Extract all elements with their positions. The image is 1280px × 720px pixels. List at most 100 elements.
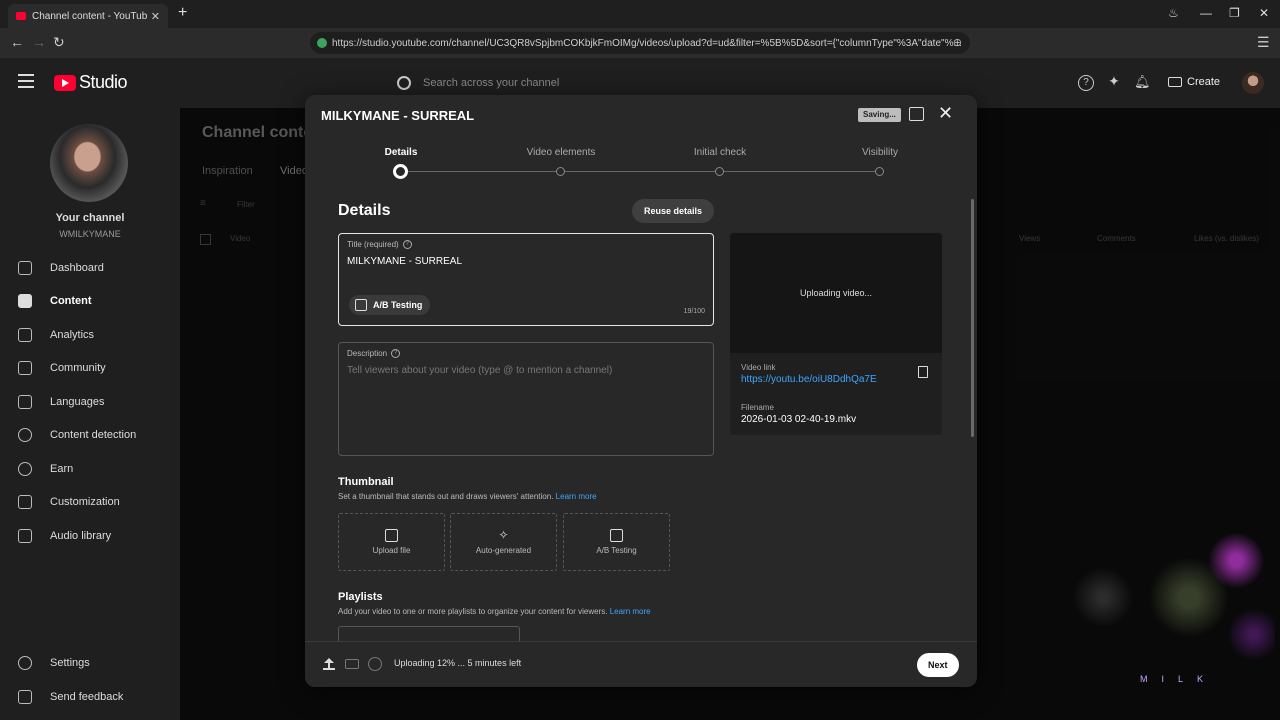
sidebar-item-content[interactable]: Content [0,286,180,316]
browser-tab-bar: Channel content - YouTube St ✕ + ♨ — ❐ ✕ [0,0,1280,28]
restore-icon[interactable]: ❐ [1229,6,1240,20]
step-visibility-dot[interactable] [875,167,884,176]
video-preview-panel: Uploading video... Video link https://yo… [730,233,942,435]
upload-icon[interactable] [323,658,335,670]
description-placeholder[interactable]: Tell viewers about your video (type @ to… [347,365,612,376]
title-label-text: Title (required) [347,240,399,249]
thumbnail-subtitle: Set a thumbnail that stands out and draw… [338,492,597,501]
content-icon [18,294,32,308]
thumbnail-learn-more-link[interactable]: Learn more [556,492,597,501]
create-button[interactable]: Create [1168,76,1220,88]
channel-avatar[interactable] [50,124,128,202]
sidebar-item-audio-library[interactable]: Audio library [0,521,180,551]
step-video-elements[interactable]: Video elements [506,147,616,158]
thumbnail-subtitle-text: Set a thumbnail that stands out and draw… [338,492,554,501]
step-details[interactable]: Details [346,147,456,158]
browser-menu-icon[interactable]: ☰ [1257,34,1270,51]
new-tab-icon[interactable]: + [178,4,187,22]
create-label: Create [1187,76,1221,88]
video-link[interactable]: https://youtu.be/oiU8DdhQa7E [741,374,877,385]
description-label-text: Description [347,349,388,358]
reload-icon[interactable]: ↻ [53,34,65,51]
search-input[interactable]: Search across your channel [385,68,895,98]
create-icon [1168,77,1182,87]
image-upload-icon [385,529,398,542]
account-avatar[interactable] [1242,72,1264,94]
description-label: Description ? [347,349,401,358]
help-icon[interactable]: ? [402,240,412,249]
stepper-line [401,171,881,172]
sidebar-item-feedback[interactable]: Send feedback [0,682,180,712]
title-field[interactable]: Title (required) ? MILKYMANE - SURREAL A… [338,233,714,326]
sidebar-item-settings[interactable]: Settings [0,648,180,678]
dashboard-icon [18,261,32,275]
sidebar-item-dashboard[interactable]: Dashboard [0,253,180,283]
url-text: https://studio.youtube.com/channel/UC3QR… [332,37,962,49]
sidebar-item-customization[interactable]: Customization [0,487,180,517]
playlists-subtitle-text: Add your video to one or more playlists … [338,607,608,616]
dialog-footer: Uploading 12% ... 5 minutes left Next [305,641,977,687]
notifications-icon[interactable]: 🔔︎ [1134,75,1151,91]
check-circle-icon [368,657,382,671]
auto-generated-thumbnail-button[interactable]: ✧ Auto-generated [450,513,557,571]
back-icon[interactable]: ← [10,34,24,50]
youtube-favicon-icon [16,12,26,20]
analytics-icon [18,328,32,342]
step-initial-check[interactable]: Initial check [665,147,775,158]
report-feedback-icon[interactable] [909,107,924,121]
close-dialog-icon[interactable]: ✕ [938,103,953,124]
sidebar-item-label: Analytics [50,329,95,341]
reuse-details-button[interactable]: Reuse details [632,199,715,223]
help-icon[interactable]: ? [391,349,401,358]
step-details-dot[interactable] [393,164,408,179]
ab-testing-icon [355,299,367,311]
sidebar-item-analytics[interactable]: Analytics [0,320,180,350]
browser-tab[interactable]: Channel content - YouTube St ✕ [8,4,168,28]
ab-testing-label: A/B Testing [373,300,423,310]
title-value[interactable]: MILKYMANE - SURREAL [347,256,462,267]
sparkle-icon[interactable]: ✦ [1106,74,1122,91]
hd-icon [345,659,359,669]
fire-icon[interactable]: ♨ [1168,6,1179,20]
sidebar-item-label: Earn [50,463,74,475]
ab-testing-button[interactable]: A/B Testing [349,295,431,315]
title-label: Title (required) ? [347,240,412,249]
sidebar-item-content-detection[interactable]: Content detection [0,420,180,450]
playlists-subtitle: Add your video to one or more playlists … [338,607,651,616]
menu-icon[interactable] [18,74,34,88]
studio-logo[interactable]: Studio [54,72,128,93]
sidebar-item-community[interactable]: Community [0,353,180,383]
dialog-scrollbar[interactable] [971,199,974,437]
description-field[interactable]: Description ? Tell viewers about your vi… [338,342,714,456]
window-close-icon[interactable]: ✕ [1259,6,1269,20]
sidebar: Your channel WMILKYMANE Dashboard Conten… [0,108,180,720]
sidebar-item-languages[interactable]: Languages [0,387,180,417]
sidebar-item-earn[interactable]: Earn [0,454,180,484]
help-icon[interactable]: ? [1078,75,1094,91]
ab-testing-thumbnail-button[interactable]: A/B Testing [563,513,670,571]
audio-library-icon [18,529,32,543]
forward-icon[interactable]: → [32,34,46,50]
filename-label: Filename [741,403,774,412]
sidebar-item-label: Content [50,295,92,307]
youtube-play-icon [54,74,76,91]
tab-close-icon[interactable]: ✕ [151,10,160,23]
sidebar-item-label: Dashboard [50,262,104,274]
upload-dialog: MILKYMANE - SURREAL Saving... ✕ Details … [305,95,977,687]
zoom-icon[interactable]: ⊕ [953,36,962,49]
step-initial-check-dot[interactable] [715,167,724,176]
sidebar-item-label: Languages [50,396,105,408]
playlists-learn-more-link[interactable]: Learn more [610,607,651,616]
gear-icon [18,656,32,670]
step-video-elements-dot[interactable] [556,167,565,176]
next-button[interactable]: Next [917,653,959,677]
details-heading: Details [338,202,391,219]
filename-value: 2026-01-03 02-40-19.mkv [741,414,857,425]
step-visibility[interactable]: Visibility [825,147,935,158]
minimize-icon[interactable]: — [1200,6,1212,20]
upload-thumbnail-button[interactable]: Upload file [338,513,445,571]
copy-icon[interactable] [918,366,928,378]
watermark-text: MILK [1140,674,1218,684]
tab-title: Channel content - YouTube St [32,10,147,22]
url-field[interactable]: https://studio.youtube.com/channel/UC3QR… [310,32,970,54]
